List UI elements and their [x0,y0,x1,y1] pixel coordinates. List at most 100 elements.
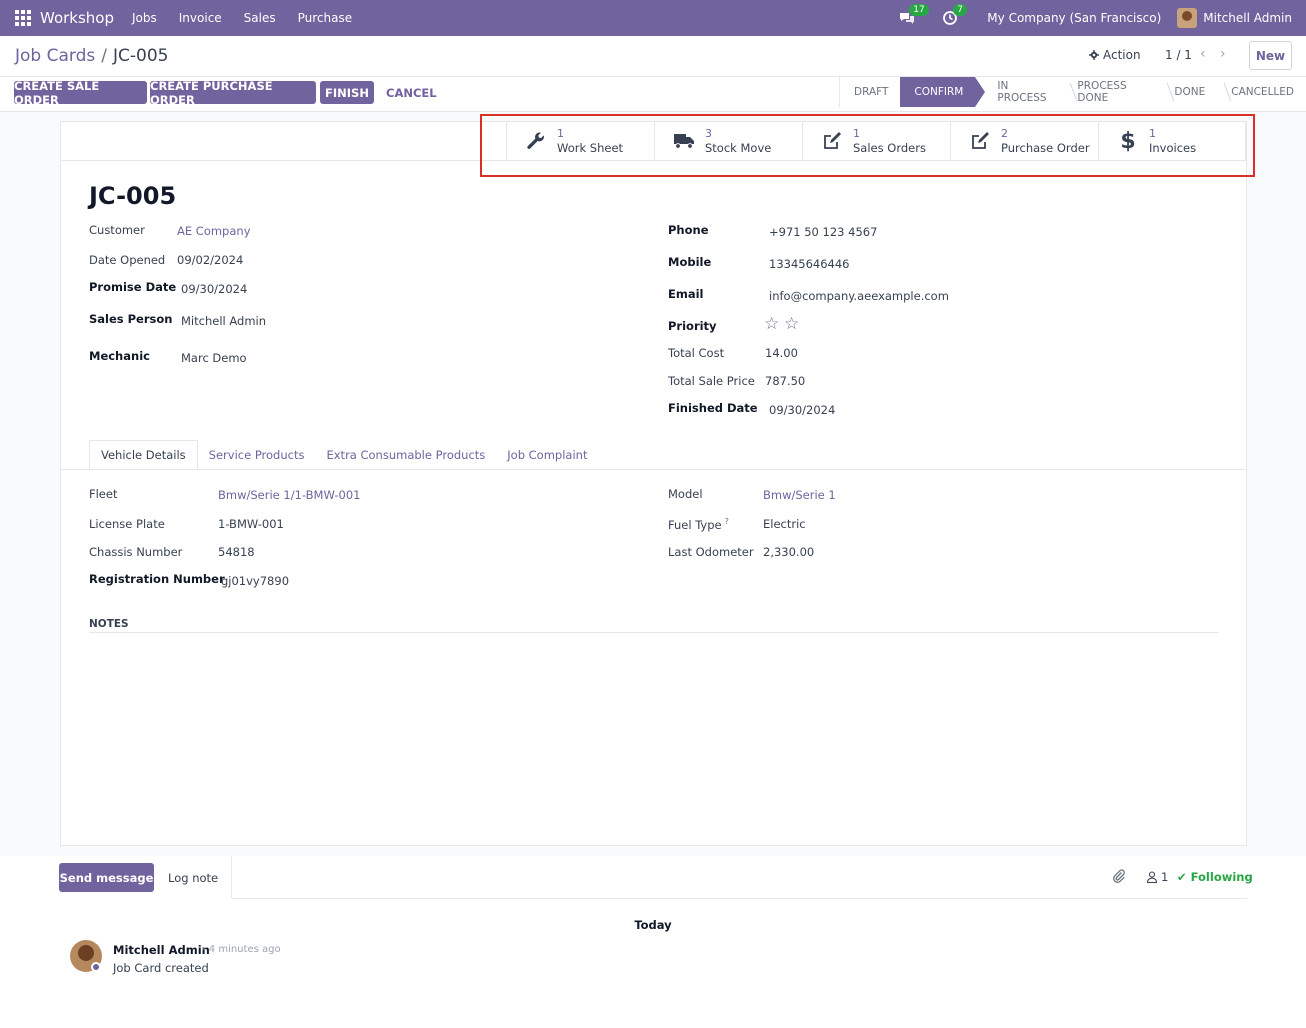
top-navbar: Workshop Jobs Invoice Sales Purchase 17 … [0,0,1306,36]
pager-value[interactable]: 1 / 1 [1165,48,1192,62]
following-button[interactable]: ✔ Following [1177,870,1253,884]
fuel-type-help-icon[interactable]: ? [725,517,729,526]
stage-done[interactable]: DONE [1160,77,1217,107]
edit-icon [821,130,843,152]
menu-purchase[interactable]: Purchase [298,11,353,25]
fleet-field[interactable]: Bmw/Serie 1/1-BMW-001 [218,488,360,502]
sales-orders-count: 1 [853,127,860,140]
chatter-divider [232,898,1247,899]
total-cost-label: Total Cost [668,346,725,360]
work-sheet-label: Work Sheet [557,141,624,155]
finish-button[interactable]: FINISH [320,81,374,104]
message-time: - 4 minutes ago [202,944,281,955]
chatter-separator [231,856,232,898]
invoices-label: Invoices [1149,141,1197,155]
notes-label: NOTES [89,618,129,630]
new-button[interactable]: New [1249,41,1292,70]
apps-menu-icon[interactable] [14,9,32,27]
registration-number-label: Registration Number [89,572,225,586]
total-sale-price-field: 787.50 [765,374,806,388]
messages-count-badge: 17 [909,4,929,16]
following-label: Following [1190,870,1253,884]
user-icon [1146,871,1158,883]
work-sheet-smart-button[interactable]: 1 Work Sheet [506,122,654,160]
tab-vehicle-details[interactable]: Vehicle Details [89,440,198,470]
breadcrumb: Job Cards / JC-005 [15,46,168,66]
stage-confirm[interactable]: CONFIRM [900,77,986,107]
edit-icon [969,130,991,152]
email-field[interactable]: info@company.aeexample.com [769,289,949,303]
total-cost-field: 14.00 [765,346,798,360]
mechanic-field[interactable]: Marc Demo [181,351,247,365]
message-author[interactable]: Mitchell Admin [113,943,210,957]
paperclip-icon[interactable] [1112,869,1126,887]
stage-process-done[interactable]: PROCESS DONE [1063,77,1160,107]
fuel-type-label: Fuel Type? [668,517,729,532]
notes-separator [89,632,1219,633]
action-label: Action [1103,48,1141,62]
action-menu-button[interactable]: Action [1089,48,1141,62]
purchase-order-smart-button[interactable]: 2 Purchase Order [950,122,1098,160]
activities-button[interactable]: 7 [943,4,968,26]
tabs-divider [61,469,1246,470]
sales-person-label: Sales Person [89,312,173,326]
pager-previous-icon[interactable]: ‹ [1200,46,1206,62]
company-switcher[interactable]: My Company (San Francisco) [987,11,1161,25]
date-opened-label: Date Opened [89,253,166,267]
online-status-icon [91,962,101,972]
breadcrumb-job-cards[interactable]: Job Cards [15,46,95,66]
stock-move-smart-button[interactable]: 3 Stock Move [654,122,802,160]
menu-sales[interactable]: Sales [244,11,276,25]
create-purchase-order-button[interactable]: CREATE PURCHASE ORDER [150,79,316,107]
fuel-type-label-text: Fuel Type [668,517,722,532]
button-box-divider [61,160,1246,161]
user-avatar[interactable] [1177,8,1198,28]
priority-star-icon-1[interactable]: ☆ [764,316,779,333]
app-brand[interactable]: Workshop [40,9,114,27]
sales-person-field[interactable]: Mitchell Admin [181,314,266,328]
license-plate-label: License Plate [89,517,165,531]
user-menu[interactable]: Mitchell Admin [1203,11,1292,25]
tab-job-complaint[interactable]: Job Complaint [496,440,598,470]
create-sale-order-button[interactable]: CREATE SALE ORDER [14,79,147,107]
menu-invoice[interactable]: Invoice [179,11,222,25]
mobile-label: Mobile [668,255,712,269]
messages-button[interactable]: 17 [899,4,929,26]
followers-button[interactable]: 1 [1146,870,1168,884]
stage-draft[interactable]: DRAFT [840,77,900,107]
last-odometer-field: 2,330.00 [763,545,815,559]
promise-date-field[interactable]: 09/30/2024 [181,282,247,296]
activities-count-badge: 7 [953,4,968,16]
date-opened-field[interactable]: 09/02/2024 [177,253,243,267]
cancel-button[interactable]: CANCEL [386,81,437,104]
send-message-button[interactable]: Send message [59,863,154,892]
pager-next-icon[interactable]: › [1220,46,1226,62]
check-icon: ✔ [1177,870,1191,884]
customer-field[interactable]: AE Company [177,224,251,238]
stock-move-label: Stock Move [705,141,772,155]
phone-field[interactable]: +971 50 123 4567 [769,225,877,239]
menu-jobs[interactable]: Jobs [132,11,157,25]
finished-date-field[interactable]: 09/30/2024 [769,403,835,417]
model-field[interactable]: Bmw/Serie 1 [763,488,836,502]
truck-icon [673,130,695,152]
mobile-field[interactable]: 13345646446 [769,257,849,271]
tab-service-products[interactable]: Service Products [198,440,316,470]
work-sheet-count: 1 [557,127,564,140]
tab-extra-consumable-products[interactable]: Extra Consumable Products [315,440,496,470]
total-sale-price-label: Total Sale Price [668,374,755,388]
followers-count: 1 [1161,870,1169,884]
purchase-order-count: 2 [1001,127,1008,140]
form-sheet: 1 Work Sheet 3 Stock Move 1 Sales Orders [60,121,1247,846]
fuel-type-field: Electric [763,517,806,531]
sales-orders-smart-button[interactable]: 1 Sales Orders [802,122,950,160]
stage-cancelled[interactable]: CANCELLED [1217,77,1306,107]
invoices-smart-button[interactable]: $ 1 Invoices [1098,122,1246,160]
log-note-button[interactable]: Log note [168,863,218,892]
priority-star-icon-2[interactable]: ☆ [784,316,799,333]
dollar-icon: $ [1120,128,1136,154]
gear-icon [1089,50,1099,60]
last-odometer-label: Last Odometer [668,545,754,559]
stage-in-process[interactable]: IN PROCESS [975,77,1063,107]
registration-number-field[interactable]: gj01vy7890 [221,574,289,588]
